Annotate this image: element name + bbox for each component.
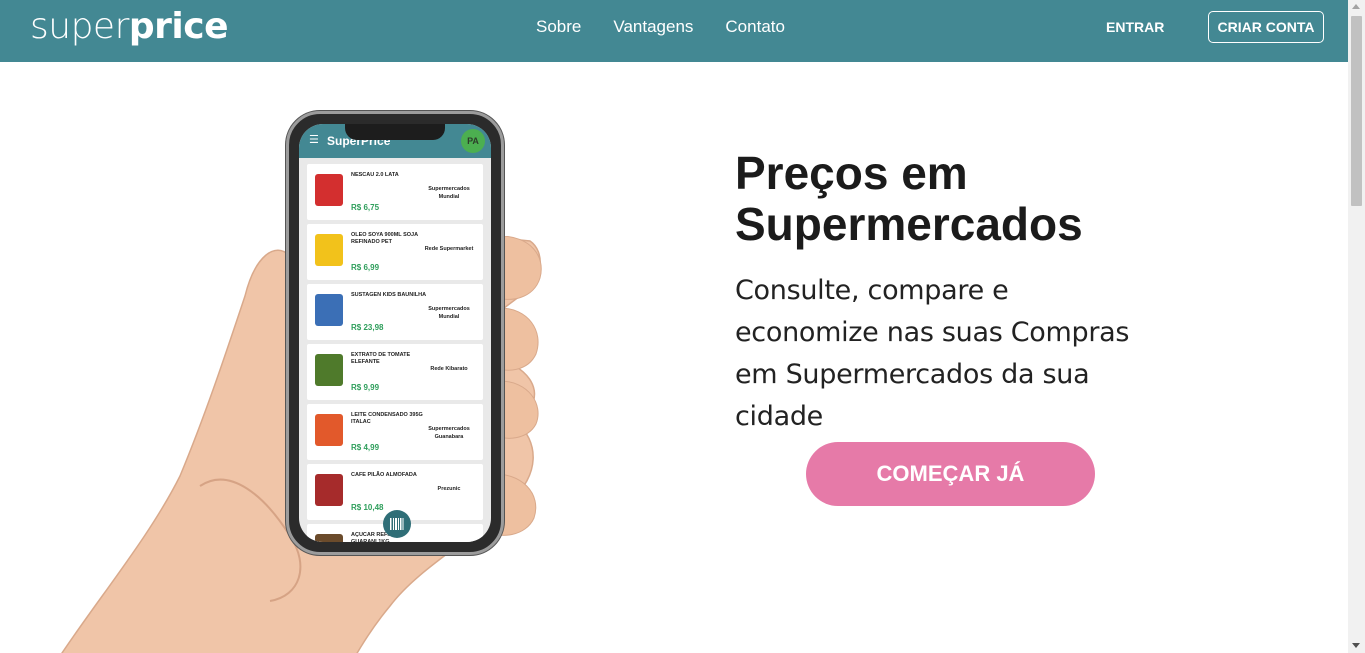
- product-image: [315, 414, 343, 446]
- product-store: Supermercados Guanabara: [428, 426, 470, 440]
- product-card[interactable]: NESCAU 2.0 LATA R$ 6,75 Supermercados Mund…: [307, 164, 483, 220]
- product-list: NESCAU 2.0 LATA R$ 6,75 Supermercados Mund…: [307, 164, 483, 542]
- product-store: Rede Supermarket: [424, 246, 474, 252]
- start-button[interactable]: COMEÇAR JÁ: [806, 442, 1095, 506]
- product-image: [315, 294, 343, 326]
- product-image: [315, 354, 343, 386]
- nav-link-sobre[interactable]: Sobre: [536, 17, 581, 37]
- signup-button[interactable]: CRIAR CONTA: [1208, 11, 1324, 43]
- product-image: [315, 234, 343, 266]
- product-name: EXTRATO DE TOMATE ELEFANTE: [351, 352, 411, 365]
- product-card[interactable]: LEITE CONDENSADO 395G ITALAC R$ 4,99 Super…: [307, 404, 483, 460]
- logo-light: super: [30, 6, 129, 47]
- product-image: [315, 534, 343, 542]
- barcode-icon[interactable]: [383, 510, 411, 538]
- phone-screen: ☰ SuperPrice PA NESCAU 2.0 LATA R$ 6,75 Su…: [299, 124, 491, 542]
- avatar[interactable]: PA: [461, 129, 485, 153]
- scroll-thumb[interactable]: [1351, 16, 1362, 206]
- scroll-down-icon[interactable]: [1352, 643, 1360, 648]
- phone-mockup: ☰ SuperPrice PA NESCAU 2.0 LATA R$ 6,75 Su…: [286, 111, 504, 555]
- product-price: R$ 9,99: [351, 383, 380, 392]
- nav-link-contato[interactable]: Contato: [725, 17, 785, 37]
- product-price: R$ 23,98: [351, 323, 384, 332]
- product-name: NESCAU 2.0 LATA: [351, 172, 399, 178]
- product-price: R$ 6,99: [351, 263, 380, 272]
- product-name: LEITE CONDENSADO 395G ITALAC: [351, 412, 423, 425]
- nav-links: Sobre Vantagens Contato: [536, 17, 785, 37]
- navbar: superprice Sobre Vantagens Contato ENTRA…: [0, 0, 1348, 62]
- product-image: [315, 474, 343, 506]
- product-card[interactable]: EXTRATO DE TOMATE ELEFANTE R$ 9,99 Rede Ki…: [307, 344, 483, 400]
- login-link[interactable]: ENTRAR: [1106, 19, 1164, 35]
- hero-subtitle: Consulte, compare e economize nas suas C…: [735, 275, 1130, 432]
- phone-notch: [345, 124, 445, 140]
- product-store: Supermercados Mundial: [428, 306, 470, 320]
- product-name: SUSTAGEN KIDS BAUNILHA: [351, 292, 427, 298]
- product-name: OLEO SOYA 900ML SOJA REFINADO PET: [351, 232, 418, 245]
- logo[interactable]: superprice: [30, 6, 229, 47]
- nav-link-vantagens[interactable]: Vantagens: [613, 17, 693, 37]
- title-line: Supermercados: [735, 197, 1083, 250]
- menu-icon[interactable]: ☰: [309, 133, 319, 146]
- logo-bold: price: [128, 6, 229, 47]
- product-store: Prezunic: [437, 486, 461, 492]
- product-price: R$ 6,75: [351, 203, 380, 212]
- product-name: CAFE PILÃO ALMOFADA: [351, 472, 417, 478]
- product-price: R$ 4,99: [351, 443, 380, 452]
- page-title: Preços em Supermercados: [735, 148, 1083, 249]
- product-store: Rede Kibarato: [430, 366, 468, 372]
- product-store: Supermercados Mundial: [428, 186, 470, 200]
- product-image: [315, 174, 343, 206]
- product-card[interactable]: OLEO SOYA 900ML SOJA REFINADO PET R$ 6,99…: [307, 224, 483, 280]
- product-price: R$ 10,48: [351, 503, 384, 512]
- barcode-glyph: [390, 518, 404, 530]
- page-scrollbar[interactable]: [1348, 0, 1365, 653]
- title-line: Preços em: [735, 147, 968, 199]
- scroll-up-icon[interactable]: [1352, 4, 1360, 9]
- product-card[interactable]: SUSTAGEN KIDS BAUNILHA R$ 23,98 Supermerca…: [307, 284, 483, 340]
